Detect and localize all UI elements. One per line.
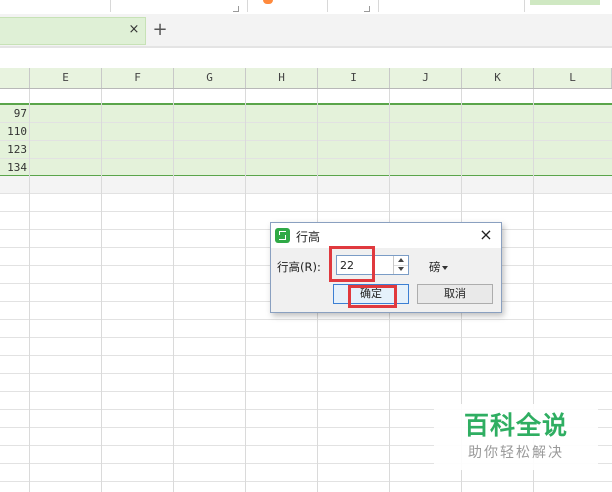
- dialog-launcher-icon[interactable]: [233, 6, 239, 12]
- document-tab[interactable]: ×: [0, 17, 146, 45]
- column-header-row: E F G H I J K L: [0, 68, 612, 89]
- cell-value[interactable]: 123: [0, 141, 27, 159]
- row-gridline: [0, 140, 612, 141]
- dialog-titlebar[interactable]: 行高 ×: [271, 223, 501, 248]
- column-header[interactable]: F: [102, 68, 174, 88]
- close-icon[interactable]: ×: [477, 226, 495, 244]
- dialog-title: 行高: [296, 230, 321, 244]
- new-tab-button[interactable]: +: [152, 18, 168, 42]
- ok-button[interactable]: 确定: [333, 284, 409, 304]
- ribbon-separator: [247, 0, 248, 12]
- cell-value[interactable]: 110: [0, 123, 27, 141]
- column-gridline: [245, 88, 246, 492]
- ribbon-separator: [378, 0, 379, 12]
- ribbon-separator: [327, 0, 328, 12]
- row-gridline: [0, 481, 612, 482]
- row-height-spinbox[interactable]: [336, 255, 409, 275]
- row-gridline: [0, 355, 612, 356]
- column-header[interactable]: J: [390, 68, 462, 88]
- spinner: [393, 256, 408, 274]
- column-header[interactable]: K: [462, 68, 534, 88]
- column-header[interactable]: H: [246, 68, 318, 88]
- watermark-title: 百科全说: [463, 411, 568, 440]
- row-gridline: [0, 193, 612, 194]
- watermark-logo: 百科全说 助你轻松解决: [434, 404, 598, 470]
- row-gridline: [0, 211, 612, 212]
- column-header[interactable]: I: [318, 68, 390, 88]
- row-gridline: [0, 158, 612, 159]
- row-gridline: [0, 319, 612, 320]
- unit-dropdown[interactable]: 磅: [429, 259, 448, 275]
- column-gridline: [29, 88, 30, 492]
- spin-down-icon[interactable]: [394, 265, 408, 274]
- chevron-down-icon: [441, 265, 448, 270]
- watermark-subtitle: 助你轻松解决: [468, 445, 564, 461]
- row-height-dialog: 行高 × 行高(R): 磅 确定 取消: [270, 222, 502, 313]
- cell-value[interactable]: 134: [0, 159, 27, 177]
- dialog-launcher-icon[interactable]: [364, 6, 370, 12]
- row-area-shade: [0, 176, 612, 193]
- row-gridline: [0, 122, 612, 123]
- column-header-partial[interactable]: [0, 68, 30, 88]
- unit-label: 磅: [429, 260, 441, 274]
- ribbon-strip: [0, 0, 612, 15]
- column-gridline: [101, 88, 102, 492]
- row-gridline: [0, 391, 612, 392]
- column-header[interactable]: G: [174, 68, 246, 88]
- column-header[interactable]: L: [534, 68, 612, 88]
- row-gridline: [0, 373, 612, 374]
- cell-value[interactable]: 97: [0, 105, 27, 123]
- document-tab-bar: × +: [0, 14, 612, 48]
- ribbon-separator: [524, 0, 525, 12]
- column-header[interactable]: E: [30, 68, 102, 88]
- selection-border-top: [0, 103, 612, 105]
- row-height-label: 行高(R):: [277, 260, 321, 274]
- column-gridline: [173, 88, 174, 492]
- ribbon-separator: [110, 0, 111, 12]
- ribbon-orange-icon: [263, 0, 273, 4]
- close-icon[interactable]: ×: [127, 23, 141, 37]
- wps-spreadsheet-icon: [275, 228, 290, 243]
- ribbon-green-block: [530, 0, 600, 5]
- row-height-input[interactable]: [340, 257, 390, 273]
- cancel-button[interactable]: 取消: [417, 284, 493, 304]
- row-gridline: [0, 337, 612, 338]
